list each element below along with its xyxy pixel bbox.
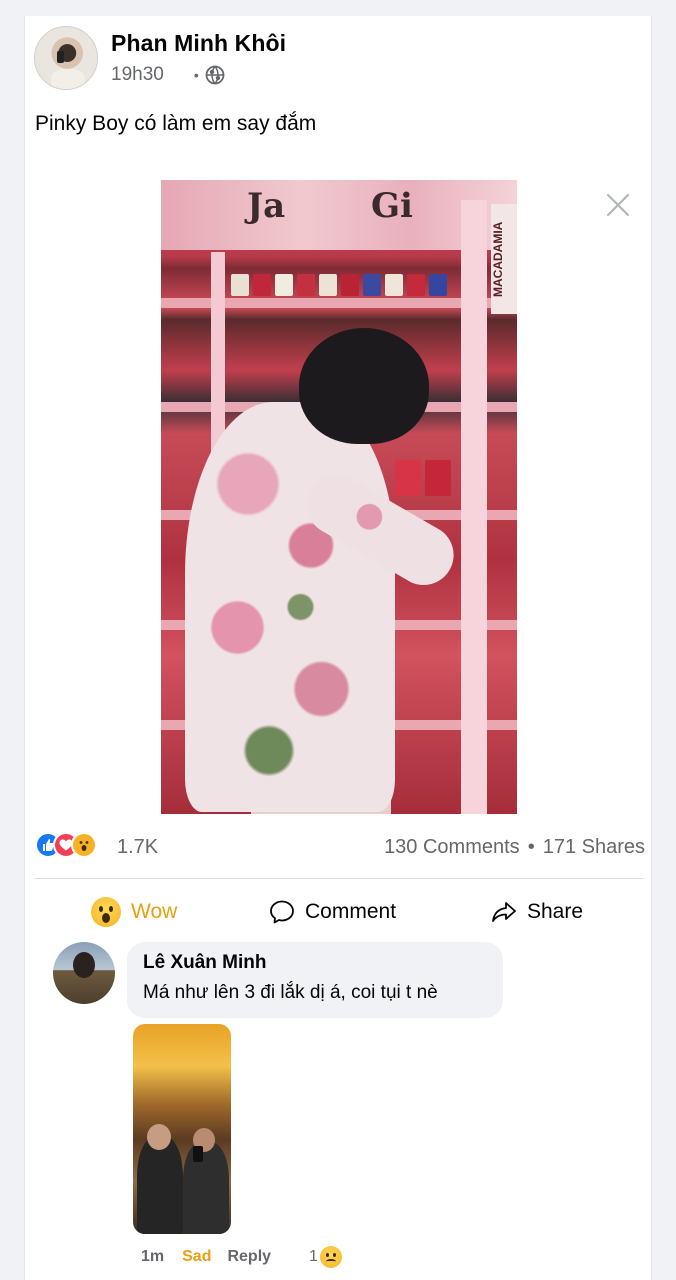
comment-sad-reaction-button[interactable]: Sad bbox=[182, 1248, 211, 1266]
commenter-avatar-head bbox=[73, 952, 95, 978]
wow-label: Wow bbox=[131, 900, 178, 923]
comment-button[interactable]: Comment bbox=[269, 894, 396, 930]
wow-reaction-button[interactable]: Wow bbox=[91, 894, 177, 930]
photo-box bbox=[297, 274, 315, 296]
comments-count[interactable]: 130 Comments bbox=[384, 836, 520, 858]
photo-box bbox=[385, 274, 403, 296]
photo-box bbox=[425, 460, 451, 496]
photo-box bbox=[429, 274, 447, 296]
shares-count[interactable]: 171 Shares bbox=[543, 836, 645, 858]
photo-person-head bbox=[147, 1124, 171, 1150]
photo-side-text: MACADAMIA bbox=[491, 204, 517, 314]
comment-label: Comment bbox=[305, 900, 397, 923]
reaction-count[interactable]: 1.7K bbox=[117, 836, 158, 859]
post-card: Phan Minh Khôi 19h30 • Pinky Boy có làm … bbox=[24, 16, 652, 1280]
share-label: Share bbox=[527, 900, 584, 923]
post-time[interactable]: 19h30 bbox=[111, 64, 164, 86]
photo-banner-text-1: Ja bbox=[247, 186, 286, 226]
wow-eye bbox=[109, 906, 113, 912]
sad-eye bbox=[332, 1253, 336, 1257]
avatar-shirt bbox=[51, 69, 85, 89]
photo-box bbox=[275, 274, 293, 296]
comment-time: 1m bbox=[141, 1248, 165, 1265]
photo-phone bbox=[193, 1146, 203, 1162]
photo-box bbox=[363, 274, 381, 296]
post-author-name[interactable]: Phan Minh Khôi bbox=[111, 30, 286, 57]
share-button[interactable]: Share bbox=[491, 894, 583, 930]
share-icon bbox=[492, 902, 516, 922]
post-text: Pinky Boy có làm em say đắm bbox=[35, 112, 317, 135]
photo-shirt bbox=[185, 402, 395, 812]
wow-eye bbox=[99, 906, 103, 912]
post-stats: 1.7K 130 Comments • 171 Shares bbox=[35, 830, 645, 864]
photo-box bbox=[231, 274, 249, 296]
author-avatar[interactable] bbox=[34, 26, 98, 90]
comment-text: Má như lên 3 đi lắk dị á, coi tụi t nè bbox=[143, 982, 438, 1003]
photo-person bbox=[137, 1136, 183, 1234]
photo-box bbox=[407, 274, 425, 296]
sad-icon bbox=[319, 1246, 342, 1268]
photo-person bbox=[183, 1142, 229, 1234]
divider bbox=[35, 878, 643, 879]
stats-separator: • bbox=[527, 836, 535, 858]
comment-reaction-number: 1 bbox=[309, 1248, 318, 1265]
post-photo[interactable]: Ja Gi MACADAMIA bbox=[161, 180, 517, 814]
comment-reaction-count[interactable]: 1 bbox=[309, 1246, 342, 1268]
comment-photo[interactable] bbox=[133, 1024, 231, 1234]
photo-box bbox=[253, 274, 271, 296]
reaction-icons[interactable] bbox=[35, 832, 105, 860]
post-meta: 19h30 • bbox=[111, 64, 225, 86]
photo-banner-text-2: Gi bbox=[371, 186, 413, 226]
action-bar: Wow Comment Share bbox=[25, 888, 653, 936]
comment-icon bbox=[270, 900, 294, 924]
commenter-avatar[interactable] bbox=[53, 942, 115, 1004]
wow-mouth bbox=[102, 913, 110, 923]
meta-separator: • bbox=[193, 67, 199, 83]
photo-pillar bbox=[461, 200, 487, 814]
comment-footer: 1m Sad Reply 1 bbox=[141, 1244, 342, 1270]
close-icon[interactable] bbox=[603, 190, 633, 220]
avatar-phone bbox=[57, 51, 64, 63]
globe-icon[interactable] bbox=[205, 65, 225, 85]
comments-shares: 130 Comments • 171 Shares bbox=[384, 836, 645, 859]
photo-head bbox=[299, 328, 429, 444]
sad-mouth bbox=[325, 1259, 336, 1264]
photo-box bbox=[395, 460, 421, 496]
photo-box bbox=[341, 274, 359, 296]
wow-icon bbox=[71, 832, 97, 858]
comment-reply-button[interactable]: Reply bbox=[227, 1248, 271, 1266]
commenter-name[interactable]: Lê Xuân Minh bbox=[143, 952, 487, 974]
comment-bubble[interactable]: Lê Xuân Minh Má như lên 3 đi lắk dị á, c… bbox=[127, 942, 503, 1018]
photo-box bbox=[319, 274, 337, 296]
wow-icon bbox=[91, 897, 121, 927]
sad-eye bbox=[325, 1253, 329, 1257]
